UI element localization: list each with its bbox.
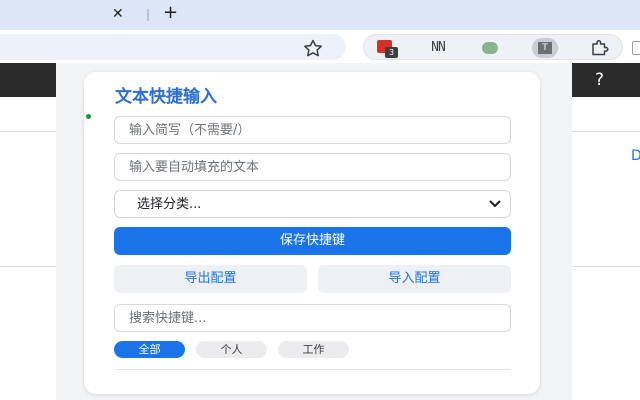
- page-divider: [572, 266, 640, 267]
- export-config-button[interactable]: 导出配置: [114, 265, 307, 293]
- tab-close-icon[interactable]: ✕: [112, 5, 124, 23]
- text-shortcut-extension-icon[interactable]: T: [532, 38, 558, 58]
- page-edge-link[interactable]: D: [631, 148, 640, 164]
- chevron-down-icon: [489, 200, 501, 207]
- t-icon: T: [538, 42, 552, 54]
- green-extension-icon[interactable]: [480, 38, 500, 58]
- help-icon[interactable]: ?: [595, 70, 604, 90]
- extension-badge: 3: [385, 47, 398, 58]
- save-shortcut-button[interactable]: 保存快捷键: [114, 227, 511, 255]
- category-select[interactable]: 选择分类...: [114, 190, 511, 218]
- filter-chip-personal[interactable]: 个人: [196, 341, 267, 358]
- fill-text-input[interactable]: [114, 153, 511, 181]
- page-header-left: [0, 63, 56, 97]
- page-divider: [572, 131, 640, 132]
- page-divider: [0, 131, 56, 132]
- red-extension-icon[interactable]: 3: [376, 38, 398, 58]
- popup-divider: [114, 369, 511, 370]
- page-header-right: [572, 63, 640, 97]
- filter-chip-work[interactable]: 工作: [278, 341, 349, 358]
- category-select-value: 选择分类...: [137, 197, 202, 212]
- nn-extension-icon[interactable]: NN: [428, 38, 448, 58]
- popup-title: 文本快捷输入: [115, 87, 217, 107]
- address-bar[interactable]: [0, 34, 346, 60]
- tab-strip: ✕ +: [0, 0, 640, 30]
- bookmark-star-icon[interactable]: [302, 39, 324, 57]
- filter-chip-all[interactable]: 全部: [114, 341, 185, 358]
- search-shortcuts-input[interactable]: [114, 304, 511, 332]
- page-divider: [0, 266, 56, 267]
- side-panel-icon[interactable]: [632, 41, 640, 55]
- puzzle-extensions-icon[interactable]: [590, 38, 610, 58]
- status-dot: [86, 114, 91, 119]
- browser-toolbar: 3 NN T: [0, 30, 640, 63]
- green-blob-icon: [482, 42, 498, 54]
- import-config-button[interactable]: 导入配置: [318, 265, 511, 293]
- tab-separator: [147, 9, 149, 21]
- new-tab-icon[interactable]: +: [163, 3, 178, 23]
- abbreviation-input[interactable]: [114, 116, 511, 144]
- extensions-area: 3 NN T: [363, 34, 623, 60]
